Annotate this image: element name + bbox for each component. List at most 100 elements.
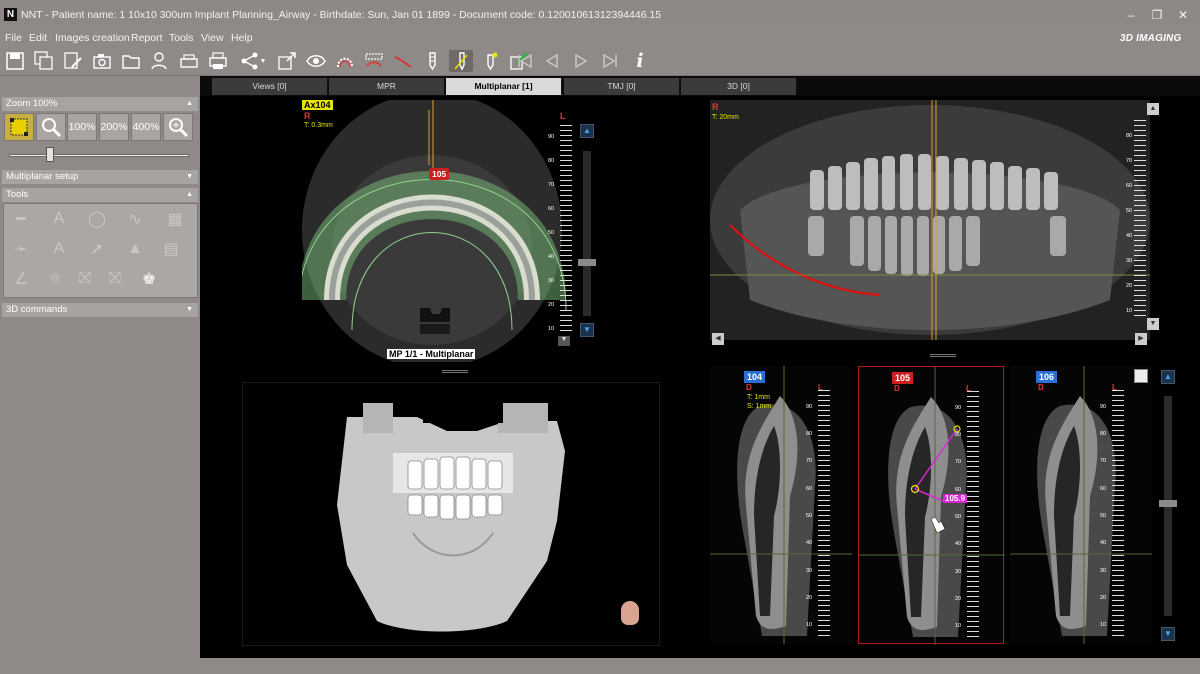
cross-ruler-ticks: 90 80 70 60 50 40 30 20 10: [955, 391, 965, 637]
grid-tool-icon[interactable]: ▦: [164, 208, 186, 230]
canal-icon[interactable]: [391, 50, 415, 72]
panoramic-curve-icon[interactable]: [362, 50, 386, 72]
magnifier-button[interactable]: [36, 113, 66, 141]
zoom-100-button[interactable]: 100%: [67, 113, 97, 141]
ruler-tick-label: 10: [1100, 622, 1107, 629]
pano-scroll-right[interactable]: ▶: [1135, 333, 1147, 345]
prev-icon[interactable]: [540, 50, 564, 72]
save-all-icon[interactable]: [32, 50, 56, 72]
tab-tmj[interactable]: TMJ [0]: [564, 78, 680, 95]
cross-scroll-down[interactable]: ▼: [1161, 627, 1175, 641]
cross-section-panel[interactable]: 104 D T: 1mm S: 1mm L 90 80 70 60 50 40 30 20 10: [710, 366, 852, 644]
pano-scroll-left[interactable]: ◀: [712, 333, 724, 345]
histogram-tool-icon[interactable]: ▲: [124, 238, 146, 260]
implant-measure-icon[interactable]: [449, 50, 473, 72]
axial-dropdown-icon[interactable]: ▼: [558, 336, 570, 346]
axial-scroll-thumb[interactable]: [578, 259, 596, 266]
menu-help[interactable]: Help: [231, 32, 253, 44]
implant-marker-105[interactable]: 105: [429, 168, 450, 180]
volume-3d-view[interactable]: [242, 382, 660, 646]
panoramic-view[interactable]: R T: 20mm 80 70 60 50 40 30 20 10: [710, 100, 1150, 340]
pano-scroll-up[interactable]: ▲: [1147, 103, 1159, 115]
zoom-fit-button[interactable]: [4, 113, 34, 141]
tab-multiplanar[interactable]: Multiplanar [1]: [446, 78, 562, 95]
axial-view[interactable]: Ax104 R T: 0.3mm L 105 90 80 70 60 50 40 30 20 1…: [302, 100, 572, 362]
zoom-header-label: Zoom 100%: [6, 98, 58, 109]
axial-scroll-down[interactable]: ▼: [580, 323, 594, 337]
tools-header[interactable]: Tools ▲: [2, 188, 198, 202]
circle-tool-icon[interactable]: ◯: [86, 208, 108, 230]
implant-pair-tool-icon[interactable]: ⛝: [104, 268, 126, 290]
cross-scroll-up[interactable]: ▲: [1161, 370, 1175, 384]
ruler-tool-icon[interactable]: ━: [10, 208, 32, 230]
implant-icon[interactable]: [420, 50, 444, 72]
edit-doc-icon[interactable]: [61, 50, 85, 72]
zoom-slider-thumb[interactable]: [46, 147, 54, 162]
folder-icon[interactable]: [119, 50, 143, 72]
multiplanar-setup-header[interactable]: Multiplanar setup ▼: [2, 170, 198, 184]
patient-icon[interactable]: [148, 50, 172, 72]
eye-icon[interactable]: [304, 50, 328, 72]
share-icon[interactable]: ▼: [237, 50, 269, 72]
3d-commands-header[interactable]: 3D commands ▼: [2, 303, 198, 317]
zoom-region-button[interactable]: [163, 113, 193, 141]
line-tool-icon[interactable]: ➛: [10, 238, 32, 260]
ruler-tick-label: 10: [1126, 307, 1133, 314]
cross-scroll-thumb[interactable]: [1159, 500, 1177, 507]
collapse-icon[interactable]: ▲: [186, 97, 193, 111]
tab-3d[interactable]: 3D [0]: [681, 78, 797, 95]
cross-section-panel[interactable]: 106 D L 90 80 70 60 50 40 30 20 10: [1010, 366, 1152, 644]
menu-images-creation[interactable]: Images creation: [55, 32, 130, 44]
last-icon[interactable]: [598, 50, 622, 72]
zoom-400-button[interactable]: 400%: [131, 113, 161, 141]
info-icon[interactable]: i: [628, 50, 652, 72]
tab-views[interactable]: Views [0]: [212, 78, 328, 95]
menu-file[interactable]: File: [5, 32, 22, 44]
first-icon[interactable]: [510, 50, 540, 72]
camera-icon[interactable]: [90, 50, 114, 72]
zoom-slider[interactable]: [9, 154, 189, 157]
nerve-icon[interactable]: [333, 50, 357, 72]
tab-mpr[interactable]: MPR: [329, 78, 445, 95]
menu-view[interactable]: View: [201, 32, 224, 44]
pointer-hu-tool-icon[interactable]: ➚: [86, 238, 108, 260]
zoom-header[interactable]: Zoom 100% ▲: [2, 97, 198, 111]
implant-tool-icon[interactable]: ⛝: [74, 268, 96, 290]
implant-active-icon[interactable]: [478, 50, 502, 72]
expand-icon[interactable]: ▼: [186, 170, 193, 184]
axial-scrollbar[interactable]: [583, 151, 591, 316]
expand-icon[interactable]: ▼: [186, 303, 193, 317]
curve-tool-icon[interactable]: ∿: [124, 208, 146, 230]
print-icon[interactable]: [206, 50, 230, 72]
axial-scroll-up[interactable]: ▲: [580, 124, 594, 138]
viewer-area: Ax104 R T: 0.3mm L 105 90 80 70 60 50 40 30 20 1…: [200, 96, 1200, 658]
menu-report[interactable]: Report: [131, 32, 163, 44]
maximize-panel-icon[interactable]: [1134, 369, 1148, 383]
save-icon[interactable]: [3, 50, 27, 72]
restore-icon[interactable]: ❐: [1150, 9, 1164, 21]
label-tool-icon[interactable]: A: [48, 238, 70, 260]
orientation-d: D: [894, 384, 900, 393]
scanner-icon[interactable]: [177, 50, 201, 72]
splitter-handle[interactable]: [930, 354, 956, 357]
menu-edit[interactable]: Edit: [29, 32, 47, 44]
head-orientation-icon[interactable]: [621, 601, 639, 625]
text-tool-icon[interactable]: A: [48, 208, 70, 230]
pano-scroll-down[interactable]: ▼: [1147, 318, 1159, 330]
cross-ruler: [967, 391, 979, 637]
cross-ruler-ticks: 90 80 70 60 50 40 30 20 10: [806, 390, 816, 636]
close-icon[interactable]: ✕: [1176, 9, 1190, 21]
crown-tool-icon[interactable]: ♚: [138, 268, 160, 290]
minimize-icon[interactable]: –: [1124, 9, 1138, 21]
add-implant-tool-icon[interactable]: ⚛: [44, 268, 66, 290]
angle-tool-icon[interactable]: ∠: [10, 268, 32, 290]
hu-tool-icon[interactable]: ▤: [156, 238, 186, 260]
play-icon[interactable]: [569, 50, 593, 72]
ruler-tick-label: 60: [1126, 182, 1133, 189]
collapse-icon[interactable]: ▲: [186, 188, 193, 202]
splitter-handle[interactable]: [442, 370, 468, 373]
menu-tools[interactable]: Tools: [169, 32, 194, 44]
export-icon[interactable]: [275, 50, 299, 72]
cross-section-panel-active[interactable]: 105 D L 105.9 90 80 70 60 50 40 30 20 10: [858, 366, 1005, 645]
zoom-200-button[interactable]: 200%: [99, 113, 129, 141]
